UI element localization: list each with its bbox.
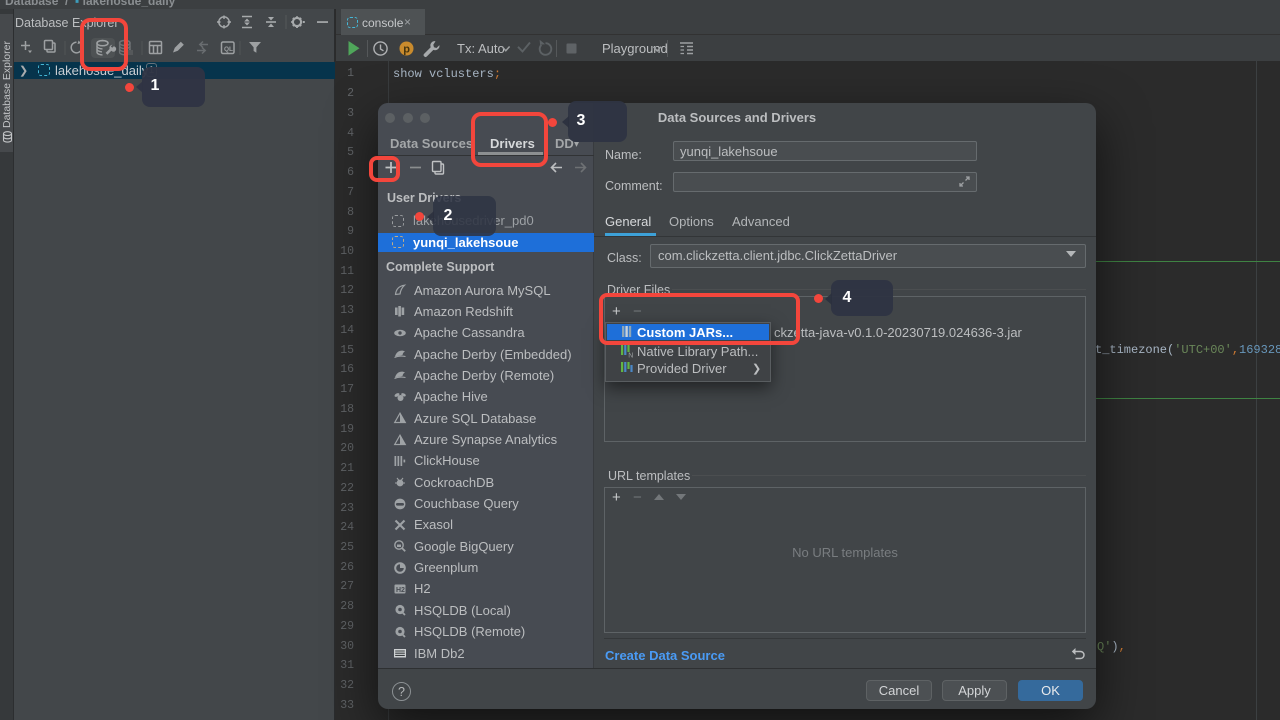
svg-text:QL: QL [224, 46, 233, 53]
svg-text:N: N [628, 353, 633, 360]
svg-text:H2: H2 [396, 587, 405, 594]
svg-text:p: p [403, 44, 410, 56]
svg-text:Playground: Playground [602, 41, 668, 56]
svg-text:Tx: Auto: Tx: Auto [457, 41, 505, 56]
